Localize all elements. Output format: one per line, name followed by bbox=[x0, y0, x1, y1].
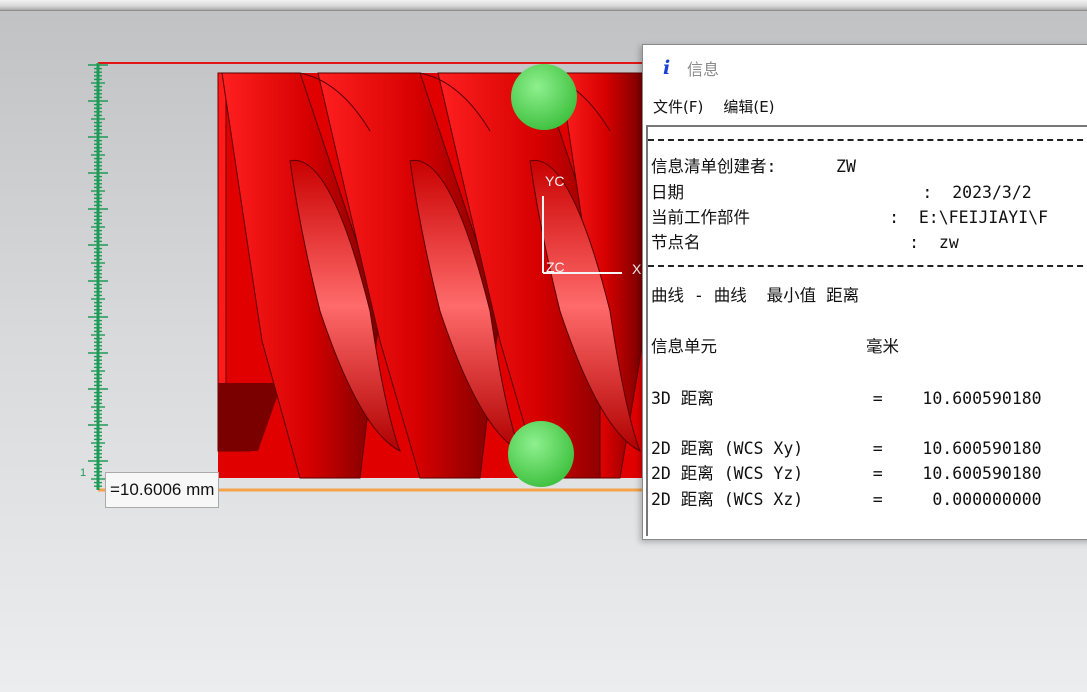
top-toolbar-strip bbox=[0, 0, 1087, 11]
top-measure-point bbox=[511, 64, 577, 130]
info-line-dist-2d-xy: 2D 距离 (WCS Xy) = 10.600590180 bbox=[651, 439, 1042, 458]
worm-thread-model bbox=[217, 72, 644, 479]
info-line-creator: 信息清单创建者: ZW bbox=[651, 157, 856, 176]
info-line-dist-3d: 3D 距离 = 10.600590180 bbox=[651, 389, 1042, 408]
menu-file[interactable]: 文件(F) bbox=[653, 96, 703, 117]
info-window-title-bar[interactable]: i 信息 bbox=[643, 45, 1087, 91]
info-icon: i bbox=[663, 57, 671, 79]
info-line-dist-2d-xz: 2D 距离 (WCS Xz) = 0.000000000 bbox=[651, 490, 1042, 509]
info-line-unit-header: 信息单元 毫米 bbox=[651, 337, 900, 356]
info-line-date: 日期 : 2023/3/2 bbox=[651, 183, 1032, 202]
zc-axis-label: ZC bbox=[546, 259, 565, 275]
info-line-current-part: 当前工作部件 : E:\FEIJIAYI\F bbox=[651, 208, 1049, 227]
separator-line bbox=[648, 265, 1087, 267]
menu-bar: 文件(F) 编辑(E) bbox=[643, 91, 1087, 121]
info-window[interactable]: i 信息 文件(F) 编辑(E) 信息清单创建者: ZW 日期 : 2023/3… bbox=[642, 44, 1087, 540]
menu-edit[interactable]: 编辑(E) bbox=[723, 96, 774, 117]
measurement-ruler bbox=[88, 63, 108, 490]
xc-axis-label: X bbox=[632, 261, 642, 277]
info-line-curve-header: 曲线 - 曲线 最小值 距离 bbox=[651, 286, 860, 305]
info-text-area[interactable]: 信息清单创建者: ZW 日期 : 2023/3/2 当前工作部件 : E:\FE… bbox=[646, 125, 1087, 536]
info-line-node-name: 节点名 : zw bbox=[651, 233, 959, 252]
info-line-dist-2d-yz: 2D 距离 (WCS Yz) = 10.600590180 bbox=[651, 464, 1042, 483]
yc-axis-label: YC bbox=[545, 173, 565, 189]
window-title: 信息 bbox=[687, 60, 720, 79]
separator-line bbox=[648, 139, 1087, 141]
ruler-number: 1 bbox=[80, 467, 87, 479]
bottom-measure-point bbox=[508, 421, 574, 487]
distance-measurement-label[interactable]: =10.6006 mm bbox=[105, 472, 220, 508]
